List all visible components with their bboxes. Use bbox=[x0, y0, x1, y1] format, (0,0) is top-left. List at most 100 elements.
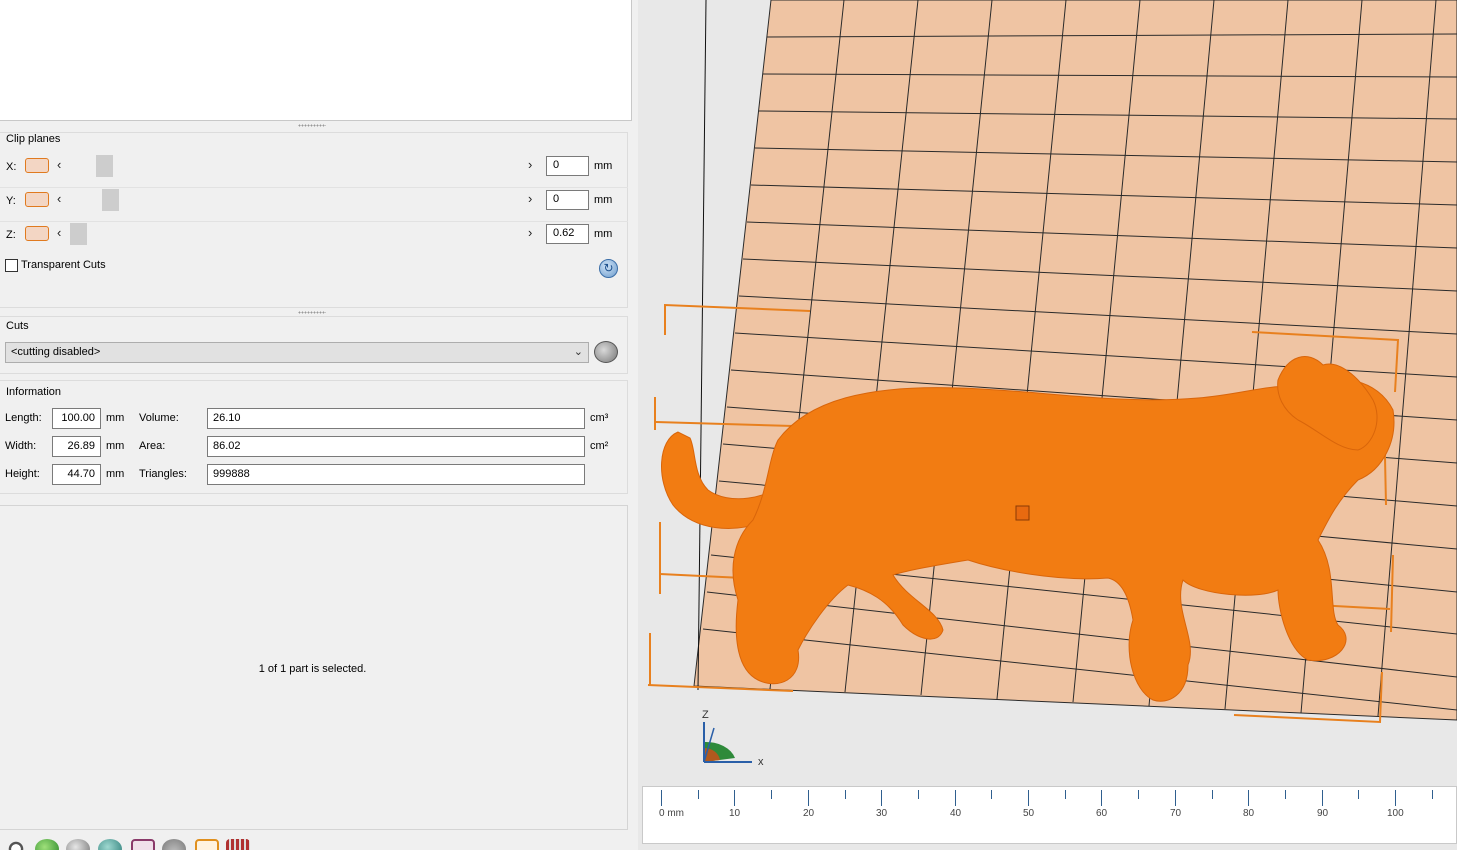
clip-row-z: Z: ‹ › 0.62 mm bbox=[0, 222, 628, 252]
clip-x-input[interactable]: 0 bbox=[546, 156, 589, 176]
clip-unit: mm bbox=[594, 228, 613, 240]
ruler-minor-tick bbox=[844, 790, 846, 799]
ruler-minor-tick bbox=[697, 790, 699, 799]
clip-z-input[interactable]: 0.62 bbox=[546, 224, 589, 244]
transparent-cuts-checkbox[interactable] bbox=[5, 259, 18, 272]
clip-x-slider-thumb[interactable] bbox=[96, 155, 113, 177]
cuts-title: Cuts bbox=[6, 320, 29, 332]
ruler-major-tick bbox=[1395, 790, 1396, 806]
volume-field[interactable]: 26.10 bbox=[207, 408, 585, 429]
information-title: Information bbox=[6, 386, 62, 398]
area-field[interactable]: 86.02 bbox=[207, 436, 585, 457]
ruler-major-tick bbox=[954, 790, 956, 806]
clip-axis-label: X: bbox=[6, 161, 17, 173]
ruler-major-tick bbox=[881, 790, 883, 806]
clip-z-slider-thumb[interactable] bbox=[70, 223, 87, 245]
ruler-minor-tick bbox=[917, 790, 919, 799]
area-label: Area: bbox=[139, 440, 166, 452]
triangles-field[interactable]: 999888 bbox=[207, 464, 585, 485]
area-unit: cm² bbox=[590, 440, 609, 452]
left-panel: Clip planes X: ‹ › 0 mm Y: ‹ › 0 mm Z: ‹… bbox=[0, 0, 636, 850]
spheres-icon[interactable] bbox=[66, 839, 90, 850]
height-unit: mm bbox=[106, 468, 125, 480]
ruler-label: 100 bbox=[1387, 808, 1404, 819]
clip-unit: mm bbox=[594, 194, 613, 206]
ruler-major-tick bbox=[1101, 790, 1103, 806]
slider-right-arrow-icon[interactable]: › bbox=[528, 158, 532, 171]
dome-icon[interactable] bbox=[162, 839, 186, 850]
3d-viewport[interactable]: Z x bbox=[638, 0, 1457, 850]
axis-x-label: x bbox=[758, 756, 764, 768]
slider-left-arrow-icon[interactable]: ‹ bbox=[57, 158, 61, 171]
axis-z-label: Z bbox=[702, 709, 709, 721]
clip-unit: mm bbox=[594, 160, 613, 172]
teal-sphere-icon[interactable] bbox=[98, 839, 122, 850]
ruler-label: 90 bbox=[1317, 808, 1329, 819]
globe-icon[interactable] bbox=[35, 839, 59, 850]
ruler: 0 mm 10 20 30 40 50 60 70 80 90 100 bbox=[642, 786, 1457, 844]
clip-z-toggle[interactable] bbox=[25, 226, 49, 241]
frame-icon[interactable] bbox=[131, 839, 155, 850]
ruler-label: 70 bbox=[1170, 808, 1182, 819]
ruler-label: 0 mm bbox=[659, 808, 684, 819]
ruler-minor-tick bbox=[1138, 790, 1140, 799]
ruler-major-tick bbox=[1028, 790, 1029, 806]
splitter-grip[interactable] bbox=[298, 124, 326, 127]
length-unit: mm bbox=[106, 412, 125, 424]
reset-clip-icon[interactable]: ↻ bbox=[599, 259, 618, 278]
clip-x-toggle[interactable] bbox=[25, 158, 49, 173]
clip-y-slider-thumb[interactable] bbox=[102, 189, 119, 211]
width-label: Width: bbox=[5, 440, 37, 452]
slider-left-arrow-icon[interactable]: ‹ bbox=[57, 226, 61, 239]
ruler-minor-tick bbox=[1284, 790, 1286, 799]
ruler-minor-tick bbox=[771, 790, 773, 799]
ruler-minor-tick bbox=[1064, 790, 1066, 799]
ruler-minor-tick bbox=[991, 790, 993, 799]
chevron-down-icon: ⌄ bbox=[573, 346, 583, 358]
cut-sphere-icon[interactable] bbox=[594, 341, 618, 363]
width-field[interactable]: 26.89 bbox=[52, 436, 101, 457]
castle-icon[interactable] bbox=[226, 839, 250, 850]
ruler-label: 30 bbox=[876, 808, 888, 819]
volume-unit: cm³ bbox=[590, 412, 609, 424]
height-field[interactable]: 44.70 bbox=[52, 464, 101, 485]
ruler-label: 10 bbox=[729, 808, 741, 819]
clip-y-input[interactable]: 0 bbox=[546, 190, 589, 210]
ruler-major-tick bbox=[1174, 790, 1176, 806]
ruler-major-tick bbox=[661, 790, 662, 806]
ruler-major-tick bbox=[1321, 790, 1323, 806]
splitter-grip[interactable] bbox=[298, 311, 326, 314]
cuts-select[interactable]: <cutting disabled> ⌄ bbox=[5, 342, 589, 363]
clip-axis-label: Y: bbox=[6, 195, 16, 207]
ruler-label: 50 bbox=[1023, 808, 1035, 819]
ruler-major-tick bbox=[807, 790, 809, 806]
clip-planes-title: Clip planes bbox=[6, 133, 61, 145]
length-label: Length: bbox=[5, 412, 42, 424]
clip-row-x: X: ‹ › 0 mm bbox=[0, 154, 628, 184]
ruler-major-tick bbox=[1248, 790, 1250, 806]
object-tree-area[interactable] bbox=[0, 0, 632, 121]
slider-right-arrow-icon[interactable]: › bbox=[528, 226, 532, 239]
slider-left-arrow-icon[interactable]: ‹ bbox=[57, 192, 61, 205]
clip-row-y: Y: ‹ › 0 mm bbox=[0, 188, 628, 218]
scene-canvas[interactable] bbox=[638, 0, 1457, 850]
transparent-cuts-label: Transparent Cuts bbox=[21, 259, 106, 271]
length-field[interactable]: 100.00 bbox=[52, 408, 101, 429]
clip-axis-label: Z: bbox=[6, 229, 16, 241]
clip-y-toggle[interactable] bbox=[25, 192, 49, 207]
slider-right-arrow-icon[interactable]: › bbox=[528, 192, 532, 205]
status-area: 1 of 1 part is selected. bbox=[0, 505, 628, 830]
volume-label: Volume: bbox=[139, 412, 179, 424]
settings-icon[interactable] bbox=[4, 839, 28, 850]
ruler-minor-tick bbox=[1358, 790, 1360, 799]
cuts-select-value: <cutting disabled> bbox=[11, 346, 101, 358]
triangles-label: Triangles: bbox=[139, 468, 187, 480]
width-unit: mm bbox=[106, 440, 125, 452]
view-icon[interactable] bbox=[195, 839, 219, 850]
ruler-major-tick bbox=[734, 790, 736, 806]
ruler-label: 80 bbox=[1243, 808, 1255, 819]
ruler-label: 20 bbox=[803, 808, 815, 819]
pivot-marker[interactable] bbox=[1015, 505, 1030, 521]
ruler-minor-tick bbox=[1211, 790, 1213, 799]
ruler-minor-tick bbox=[1431, 790, 1433, 799]
